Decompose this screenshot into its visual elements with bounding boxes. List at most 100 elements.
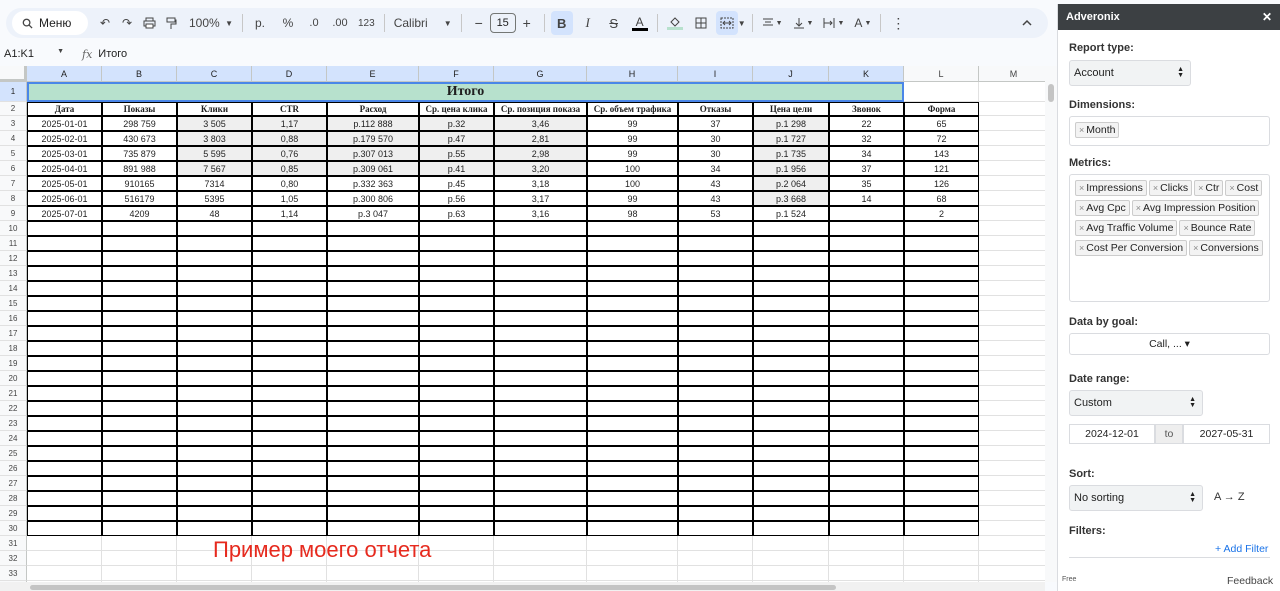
table-cell[interactable]: р.1 524 [753, 206, 829, 221]
table-cell[interactable]: 32 [829, 131, 904, 146]
empty-cell[interactable] [102, 506, 177, 521]
empty-cell[interactable] [494, 311, 587, 326]
row-header-18[interactable]: 18 [0, 341, 27, 356]
table-cell[interactable]: 3,18 [494, 176, 587, 191]
table-header-cell[interactable]: Расход [327, 102, 419, 116]
empty-cell[interactable] [102, 341, 177, 356]
empty-cell[interactable] [753, 476, 829, 491]
empty-cell[interactable] [678, 416, 753, 431]
column-header-e[interactable]: E [327, 66, 419, 82]
empty-cell[interactable] [252, 446, 327, 461]
vertical-scrollbar[interactable] [1045, 66, 1057, 582]
table-cell[interactable]: 99 [587, 146, 678, 161]
empty-cell[interactable] [177, 506, 252, 521]
table-cell[interactable]: 5395 [177, 191, 252, 206]
empty-cell[interactable] [494, 476, 587, 491]
chip[interactable]: × Impressions [1075, 180, 1147, 196]
empty-cell[interactable] [904, 311, 979, 326]
empty-cell[interactable] [327, 476, 419, 491]
table-cell[interactable]: 72 [904, 131, 979, 146]
table-cell[interactable]: 126 [904, 176, 979, 191]
empty-cell[interactable] [494, 431, 587, 446]
empty-cell[interactable] [27, 461, 102, 476]
empty-cell[interactable] [904, 236, 979, 251]
table-cell[interactable]: 0,85 [252, 161, 327, 176]
goal-dropdown[interactable]: Call, ... ▾ [1069, 333, 1270, 355]
dimensions-box[interactable]: × Month [1069, 116, 1270, 146]
table-cell[interactable]: 99 [587, 191, 678, 206]
empty-cell[interactable] [753, 521, 829, 536]
empty-cell[interactable] [678, 236, 753, 251]
empty-cell[interactable] [27, 281, 102, 296]
row-header-12[interactable]: 12 [0, 251, 27, 266]
empty-cell[interactable] [753, 416, 829, 431]
empty-cell[interactable] [327, 386, 419, 401]
table-cell[interactable]: 43 [678, 191, 753, 206]
spreadsheet-grid[interactable]: A B C D E F G H I J K L M 1 2 3 4 5 6 7 8 9 10 11 12 13 14 15 16 17 18… [0, 66, 1045, 586]
remove-chip-icon[interactable]: × [1079, 203, 1084, 213]
empty-cell[interactable] [587, 401, 678, 416]
empty-cell[interactable] [177, 431, 252, 446]
empty-cell[interactable] [587, 266, 678, 281]
table-cell[interactable]: р.300 806 [327, 191, 419, 206]
empty-cell[interactable] [829, 266, 904, 281]
empty-cell[interactable] [753, 356, 829, 371]
empty-cell[interactable] [494, 281, 587, 296]
empty-cell[interactable] [678, 221, 753, 236]
empty-cell[interactable] [327, 326, 419, 341]
empty-cell[interactable] [494, 296, 587, 311]
empty-cell[interactable] [27, 221, 102, 236]
table-cell[interactable]: 65 [904, 116, 979, 131]
empty-cell[interactable] [904, 266, 979, 281]
row-header-11[interactable]: 11 [0, 236, 27, 251]
empty-cell[interactable] [177, 371, 252, 386]
empty-cell[interactable] [587, 521, 678, 536]
remove-chip-icon[interactable]: × [1079, 243, 1084, 253]
redo-icon[interactable]: ↷ [116, 11, 138, 35]
empty-cell[interactable] [753, 431, 829, 446]
currency-format-button[interactable]: р. [249, 11, 271, 35]
remove-chip-icon[interactable]: × [1193, 243, 1198, 253]
empty-cell[interactable] [753, 341, 829, 356]
empty-cell[interactable] [419, 476, 494, 491]
table-cell[interactable]: 34 [678, 161, 753, 176]
chip[interactable]: × Bounce Rate [1179, 220, 1256, 236]
empty-cell[interactable] [678, 491, 753, 506]
table-cell[interactable]: 891 988 [102, 161, 177, 176]
empty-cell[interactable] [327, 401, 419, 416]
empty-cell[interactable] [904, 221, 979, 236]
empty-cell[interactable] [753, 236, 829, 251]
table-cell[interactable]: 3,20 [494, 161, 587, 176]
empty-cell[interactable] [27, 476, 102, 491]
empty-cell[interactable] [419, 521, 494, 536]
row-header-2[interactable]: 2 [0, 102, 27, 116]
empty-cell[interactable] [829, 386, 904, 401]
chip[interactable]: × Avg Traffic Volume [1075, 220, 1178, 236]
table-cell[interactable]: 3,17 [494, 191, 587, 206]
empty-cell[interactable] [494, 221, 587, 236]
row-header-20[interactable]: 20 [0, 371, 27, 386]
row-header-5[interactable]: 5 [0, 146, 27, 161]
empty-cell[interactable] [27, 356, 102, 371]
table-cell[interactable]: р.179 570 [327, 131, 419, 146]
empty-cell[interactable] [829, 446, 904, 461]
row-header-31[interactable]: 31 [0, 536, 27, 551]
empty-cell[interactable] [494, 461, 587, 476]
table-cell[interactable]: 1,14 [252, 206, 327, 221]
table-cell[interactable]: р.41 [419, 161, 494, 176]
column-header-c[interactable]: C [177, 66, 252, 82]
table-cell[interactable]: 2 [904, 206, 979, 221]
table-cell[interactable]: р.307 013 [327, 146, 419, 161]
align-vertical-icon[interactable]: ▼ [790, 11, 817, 35]
strikethrough-icon[interactable]: S [603, 11, 625, 35]
empty-cell[interactable] [829, 461, 904, 476]
row-header-32[interactable]: 32 [0, 551, 27, 566]
table-cell[interactable]: 298 759 [102, 116, 177, 131]
empty-cell[interactable] [904, 491, 979, 506]
empty-cell[interactable] [419, 341, 494, 356]
empty-cell[interactable] [419, 461, 494, 476]
undo-icon[interactable]: ↶ [94, 11, 116, 35]
menu-search[interactable]: Меню [12, 11, 88, 35]
empty-cell[interactable] [419, 431, 494, 446]
empty-cell[interactable] [252, 281, 327, 296]
